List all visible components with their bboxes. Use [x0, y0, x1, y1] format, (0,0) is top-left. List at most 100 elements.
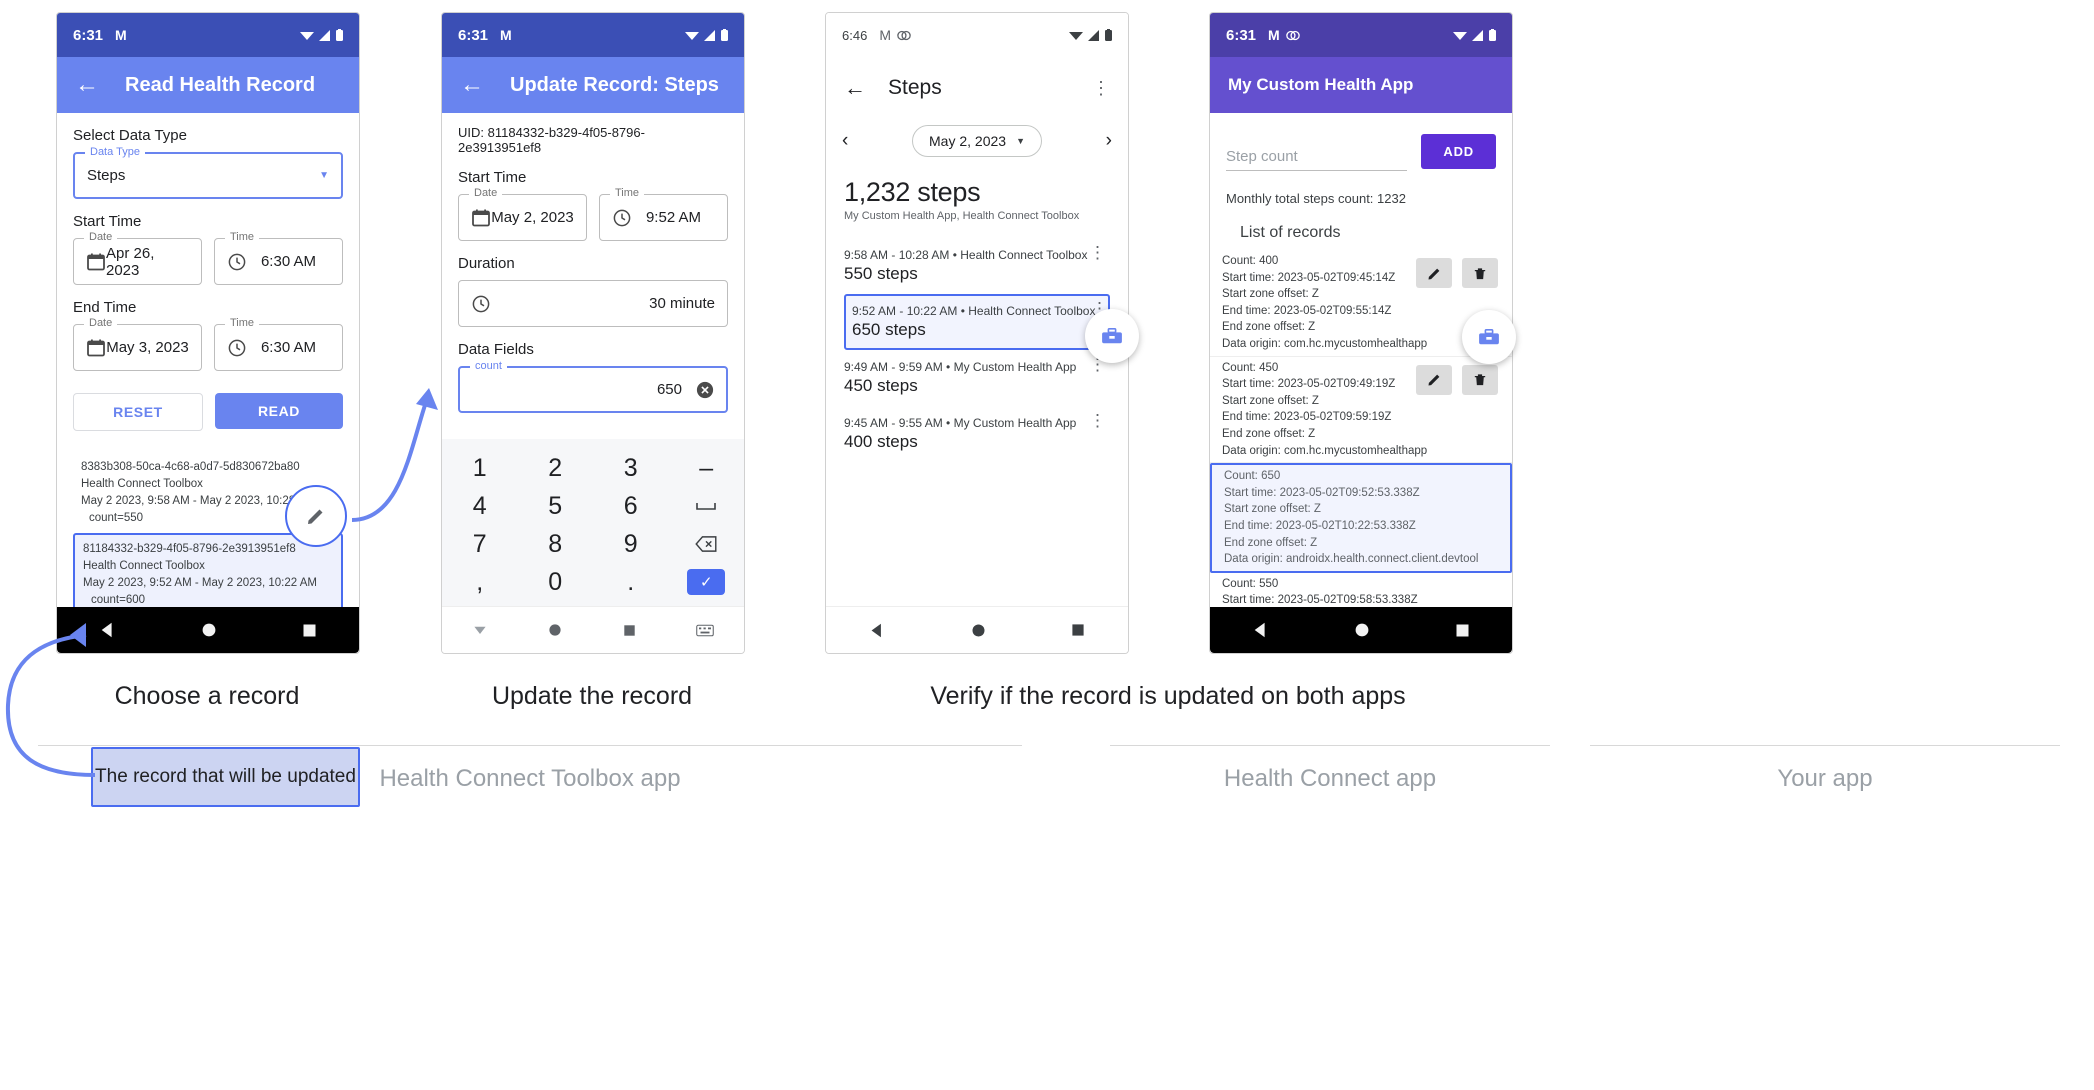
chevron-down-icon[interactable]: ▼ — [319, 170, 329, 181]
start-time-field[interactable]: Time 6:30 AM — [214, 231, 343, 285]
key-enter[interactable]: ✓ — [669, 563, 745, 601]
records-list-4: Count: 400 Start time: 2023-05-02T09:45:… — [1210, 250, 1512, 628]
more-vert-icon[interactable]: ⋮ — [1089, 244, 1106, 261]
steps-record-item-selected[interactable]: 9:52 AM - 10:22 AM • Health Connect Tool… — [844, 294, 1110, 350]
more-vert-icon[interactable]: ⋮ — [1092, 79, 1110, 97]
key-5[interactable]: 5 — [518, 487, 594, 525]
data-sources: My Custom Health App, Health Connect Too… — [844, 210, 1080, 222]
record-end-zone: End zone offset: Z — [1222, 427, 1316, 440]
android-nav-bar-2 — [442, 606, 744, 653]
reset-button[interactable]: RESET — [73, 393, 203, 431]
record-row[interactable]: Count: 450 Start time: 2023-05-02T09:49:… — [1210, 357, 1512, 464]
start-date-field[interactable]: Date Apr 26, 2023 — [73, 231, 202, 285]
toolbox-icon — [1479, 328, 1499, 345]
more-vert-icon[interactable]: ⋮ — [1089, 356, 1106, 373]
start-time-field[interactable]: Time 9:52 AM — [599, 187, 728, 241]
home-nav-icon[interactable] — [971, 623, 986, 638]
key-8[interactable]: 8 — [518, 525, 594, 563]
status-time: 6:31 — [458, 26, 489, 44]
page-title: Update Record: Steps — [510, 73, 719, 96]
toolbox-icon — [1102, 327, 1122, 344]
data-type-select[interactable]: Data Type Steps ▼ — [73, 146, 343, 199]
end-date-field[interactable]: Date May 3, 2023 — [73, 317, 202, 371]
numeric-keypad: 1 2 3 – 4 5 6 7 8 9 , 0 . ✓ — [442, 439, 744, 607]
calendar-icon — [87, 339, 105, 356]
recents-nav-icon[interactable] — [302, 623, 317, 638]
steps-record-item[interactable]: 9:58 AM - 10:28 AM • Health Connect Tool… — [844, 238, 1110, 294]
wifi-icon — [1069, 31, 1083, 40]
delete-record-button[interactable] — [1462, 258, 1498, 288]
edit-record-button[interactable] — [1416, 258, 1452, 288]
data-type-legend: Data Type — [85, 146, 145, 158]
app-bar-1: ← Read Health Record — [57, 57, 359, 113]
keyboard-switch-icon[interactable] — [696, 624, 714, 637]
caption-3: Verify if the record is updated on both … — [930, 682, 1406, 710]
next-day-button[interactable]: › — [1106, 130, 1112, 152]
key-3[interactable]: 3 — [593, 449, 669, 487]
battery-icon — [336, 29, 343, 41]
key-backspace[interactable] — [669, 525, 745, 563]
date-picker-chip[interactable]: May 2, 2023 ▼ — [912, 125, 1042, 157]
toolbox-fab-4[interactable] — [1462, 310, 1516, 364]
edit-icon[interactable] — [306, 506, 326, 526]
signal-icon — [704, 29, 715, 41]
count-legend: count — [470, 360, 507, 372]
end-time-field[interactable]: Time 6:30 AM — [214, 317, 343, 371]
status-time: 6:46 — [842, 27, 868, 43]
status-bar-1: 6:31 M — [57, 13, 359, 57]
app-bar-3: ← Steps ⋮ — [826, 57, 1128, 119]
record-meta: 9:58 AM - 10:28 AM • Health Connect Tool… — [844, 248, 1088, 262]
back-button[interactable]: ← — [844, 75, 866, 101]
recents-nav-icon[interactable] — [1455, 623, 1470, 638]
key-period[interactable]: . — [593, 563, 669, 601]
delete-record-button[interactable] — [1462, 364, 1498, 395]
page-title: My Custom Health App — [1228, 75, 1414, 94]
start-date-field[interactable]: Date May 2, 2023 — [458, 187, 587, 241]
key-6[interactable]: 6 — [593, 487, 669, 525]
start-time-label: Start Time — [73, 213, 142, 230]
key-9[interactable]: 9 — [593, 525, 669, 563]
tutorial-figure: 6:31 M ← Read Health Record Select Data … — [0, 0, 2094, 1090]
steps-record-item[interactable]: 9:49 AM - 9:59 AM • My Custom Health App… — [844, 350, 1110, 406]
wifi-icon — [685, 31, 699, 40]
start-date-legend: Date — [469, 187, 503, 199]
prev-day-button[interactable]: ‹ — [842, 130, 848, 152]
record-end-zone: End zone offset: Z — [1224, 536, 1318, 549]
key-0[interactable]: 0 — [518, 563, 594, 601]
key-2[interactable]: 2 — [518, 449, 594, 487]
back-button[interactable]: ← — [75, 71, 99, 99]
more-vert-icon[interactable]: ⋮ — [1089, 412, 1106, 429]
count-input[interactable]: count 650 — [458, 360, 728, 413]
delete-icon — [1474, 267, 1486, 279]
key-minus[interactable]: – — [669, 449, 745, 487]
calendar-icon — [472, 209, 490, 226]
step-count-input[interactable]: Step count — [1226, 131, 1408, 171]
calendar-icon — [87, 253, 105, 270]
home-nav-icon[interactable] — [1354, 622, 1370, 638]
recents-nav-icon[interactable] — [1071, 623, 1085, 637]
edit-record-button[interactable] — [1416, 364, 1452, 395]
read-button[interactable]: READ — [215, 393, 343, 429]
steps-record-item[interactable]: 9:45 AM - 9:55 AM • My Custom Health App… — [844, 406, 1110, 462]
gmail-icon: M — [1268, 27, 1280, 43]
divider-left — [38, 745, 1022, 746]
back-nav-icon[interactable] — [1252, 621, 1270, 639]
back-nav-icon[interactable] — [869, 622, 886, 639]
key-space[interactable] — [669, 487, 745, 525]
footer-toolbox-app: Health Connect Toolbox app — [379, 765, 681, 792]
duration-field[interactable]: 30 minute — [458, 280, 728, 327]
keyboard-down-icon[interactable] — [472, 624, 488, 636]
list-of-records-header: List of records — [1240, 224, 1341, 241]
clear-icon[interactable] — [696, 381, 714, 399]
add-button[interactable]: ADD — [1421, 133, 1496, 169]
home-nav-icon[interactable] — [201, 622, 217, 638]
back-button[interactable]: ← — [460, 71, 484, 99]
app-bar-4: My Custom Health App — [1210, 57, 1512, 113]
toolbox-fab-3[interactable] — [1085, 309, 1139, 363]
home-nav-icon[interactable] — [548, 623, 562, 637]
key-comma[interactable]: , — [442, 563, 518, 601]
record-row-selected[interactable]: Count: 650 Start time: 2023-05-02T09:52:… — [1210, 463, 1512, 573]
recents-nav-icon[interactable] — [623, 624, 636, 637]
record-value: 550 steps — [844, 264, 918, 283]
phone-2-update-record: 6:31 M ← Update Record: Steps UID: 81184… — [441, 12, 745, 654]
